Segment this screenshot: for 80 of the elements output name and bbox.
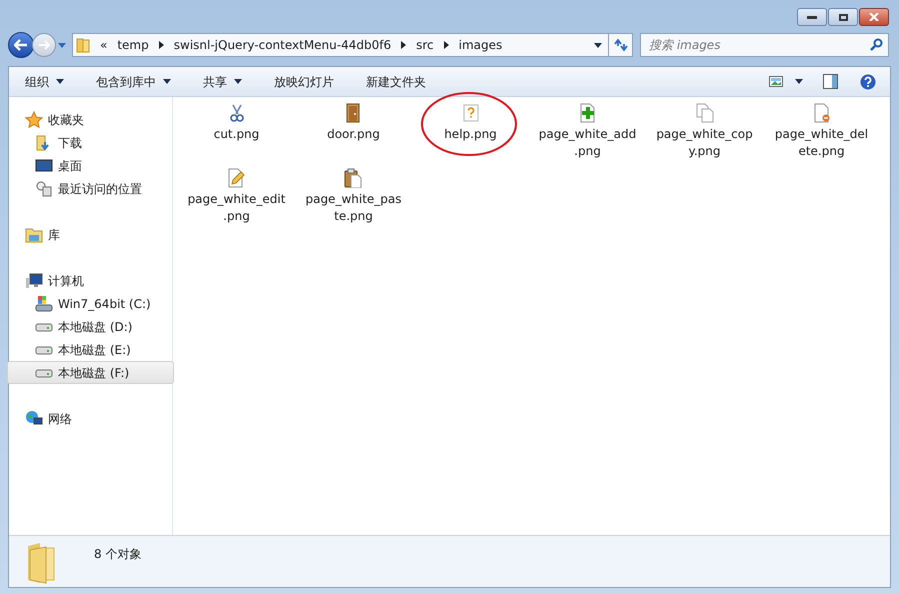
nav-item[interactable]: 下载 <box>7 131 174 154</box>
question-mark-icon <box>460 103 480 123</box>
refresh-button[interactable] <box>609 33 633 57</box>
caret-icon <box>594 42 602 48</box>
toolbar-command[interactable]: 放映幻灯片 <box>274 70 334 94</box>
drive-icon <box>35 320 53 332</box>
nav-group[interactable]: 计算机 <box>9 269 172 292</box>
pane-icon <box>823 74 838 89</box>
monitor-icon <box>35 156 53 174</box>
file-item[interactable]: cut.png <box>214 103 260 143</box>
back-arrow-icon <box>14 39 28 51</box>
search-field[interactable]: 搜索 images <box>640 33 889 57</box>
close-icon <box>869 13 879 21</box>
toolbar-command[interactable]: 共享 <box>203 70 242 94</box>
chevron-icon <box>401 41 406 49</box>
nav-item[interactable]: 本地磁盘 (D:) <box>7 315 174 338</box>
folder-icon <box>25 226 43 244</box>
file-name: page_white_add .png <box>538 126 636 160</box>
back-button[interactable] <box>8 32 34 58</box>
view-options-button[interactable] <box>769 76 803 87</box>
nav-item[interactable]: 本地磁盘 (F:) <box>7 361 174 384</box>
file-item[interactable]: page_white_pas te.png <box>305 168 402 225</box>
caret-icon <box>58 42 66 48</box>
breadcrumb[interactable]: temp <box>117 36 149 54</box>
item-count: 8 个对象 <box>94 546 142 563</box>
breadcrumb[interactable]: swisnl-jQuery-contextMenu-44db0f6 <box>174 36 392 54</box>
search-icon <box>870 38 883 51</box>
toolbar-command[interactable]: 包含到库中 <box>96 70 171 94</box>
chevron-icon <box>444 41 449 49</box>
globe-monitor-icon <box>25 410 43 428</box>
plus-page-icon <box>578 103 598 123</box>
file-name: page_white_pas te.png <box>305 191 402 225</box>
file-name: cut.png <box>214 126 260 143</box>
file-name: page_white_del ete.png <box>774 126 868 160</box>
pencil-page-icon <box>226 168 246 188</box>
toolbar-command[interactable]: 组织 <box>25 70 64 94</box>
file-item[interactable]: page_white_edit .png <box>188 168 286 225</box>
close-button[interactable] <box>859 8 889 26</box>
system-drive-icon <box>35 294 53 312</box>
nav-group[interactable]: 库 <box>9 223 172 246</box>
chevron-icon <box>158 41 164 49</box>
file-name: page_white_edit .png <box>188 191 286 225</box>
preview-pane-button[interactable] <box>823 74 838 89</box>
caret-icon <box>234 79 242 84</box>
nav-item[interactable]: 桌面 <box>7 154 174 177</box>
breadcrumb[interactable]: images <box>458 36 502 54</box>
pages-icon <box>694 103 714 123</box>
file-item[interactable]: door.png <box>327 103 380 143</box>
page-minus-icon <box>812 103 832 123</box>
minimize-button[interactable] <box>797 8 827 26</box>
overflow-chevron[interactable]: « <box>100 36 108 54</box>
nav-item[interactable]: 最近访问的位置 <box>7 177 174 200</box>
caret-icon <box>163 79 171 84</box>
file-name: door.png <box>327 126 380 143</box>
file-item[interactable]: page_white_add .png <box>538 103 636 160</box>
file-name: help.png <box>444 126 497 143</box>
image-view-icon <box>769 76 783 87</box>
maximize-button[interactable] <box>828 8 858 26</box>
nav-group[interactable]: 网络 <box>9 407 172 430</box>
computer-icon <box>25 272 43 290</box>
file-name: page_white_cop y.png <box>656 126 753 160</box>
nav-item[interactable]: Win7_64bit (C:) <box>7 292 174 315</box>
clipboard-icon <box>343 168 364 188</box>
refresh-icon <box>614 39 628 51</box>
caret-icon <box>56 79 64 84</box>
star-icon <box>25 110 43 128</box>
nav-group[interactable]: 收藏夹 <box>9 108 172 131</box>
forward-arrow-icon <box>38 40 50 50</box>
nav-item[interactable]: 本地磁盘 (E:) <box>7 338 174 361</box>
address-bar[interactable]: « temp swisnl-jQuery-contextMenu-44db0f6 src images <box>72 33 609 57</box>
breadcrumb[interactable]: src <box>416 36 434 54</box>
drive-icon <box>35 344 53 356</box>
history-button[interactable] <box>58 42 66 48</box>
file-item[interactable]: page_white_del ete.png <box>774 103 868 160</box>
drive-icon <box>35 366 53 378</box>
caret-icon <box>795 79 803 84</box>
toolbar-command[interactable]: 新建文件夹 <box>366 70 426 94</box>
folder-icon <box>76 37 90 53</box>
help-button[interactable] <box>860 74 876 90</box>
file-item[interactable]: page_white_cop y.png <box>656 103 753 160</box>
